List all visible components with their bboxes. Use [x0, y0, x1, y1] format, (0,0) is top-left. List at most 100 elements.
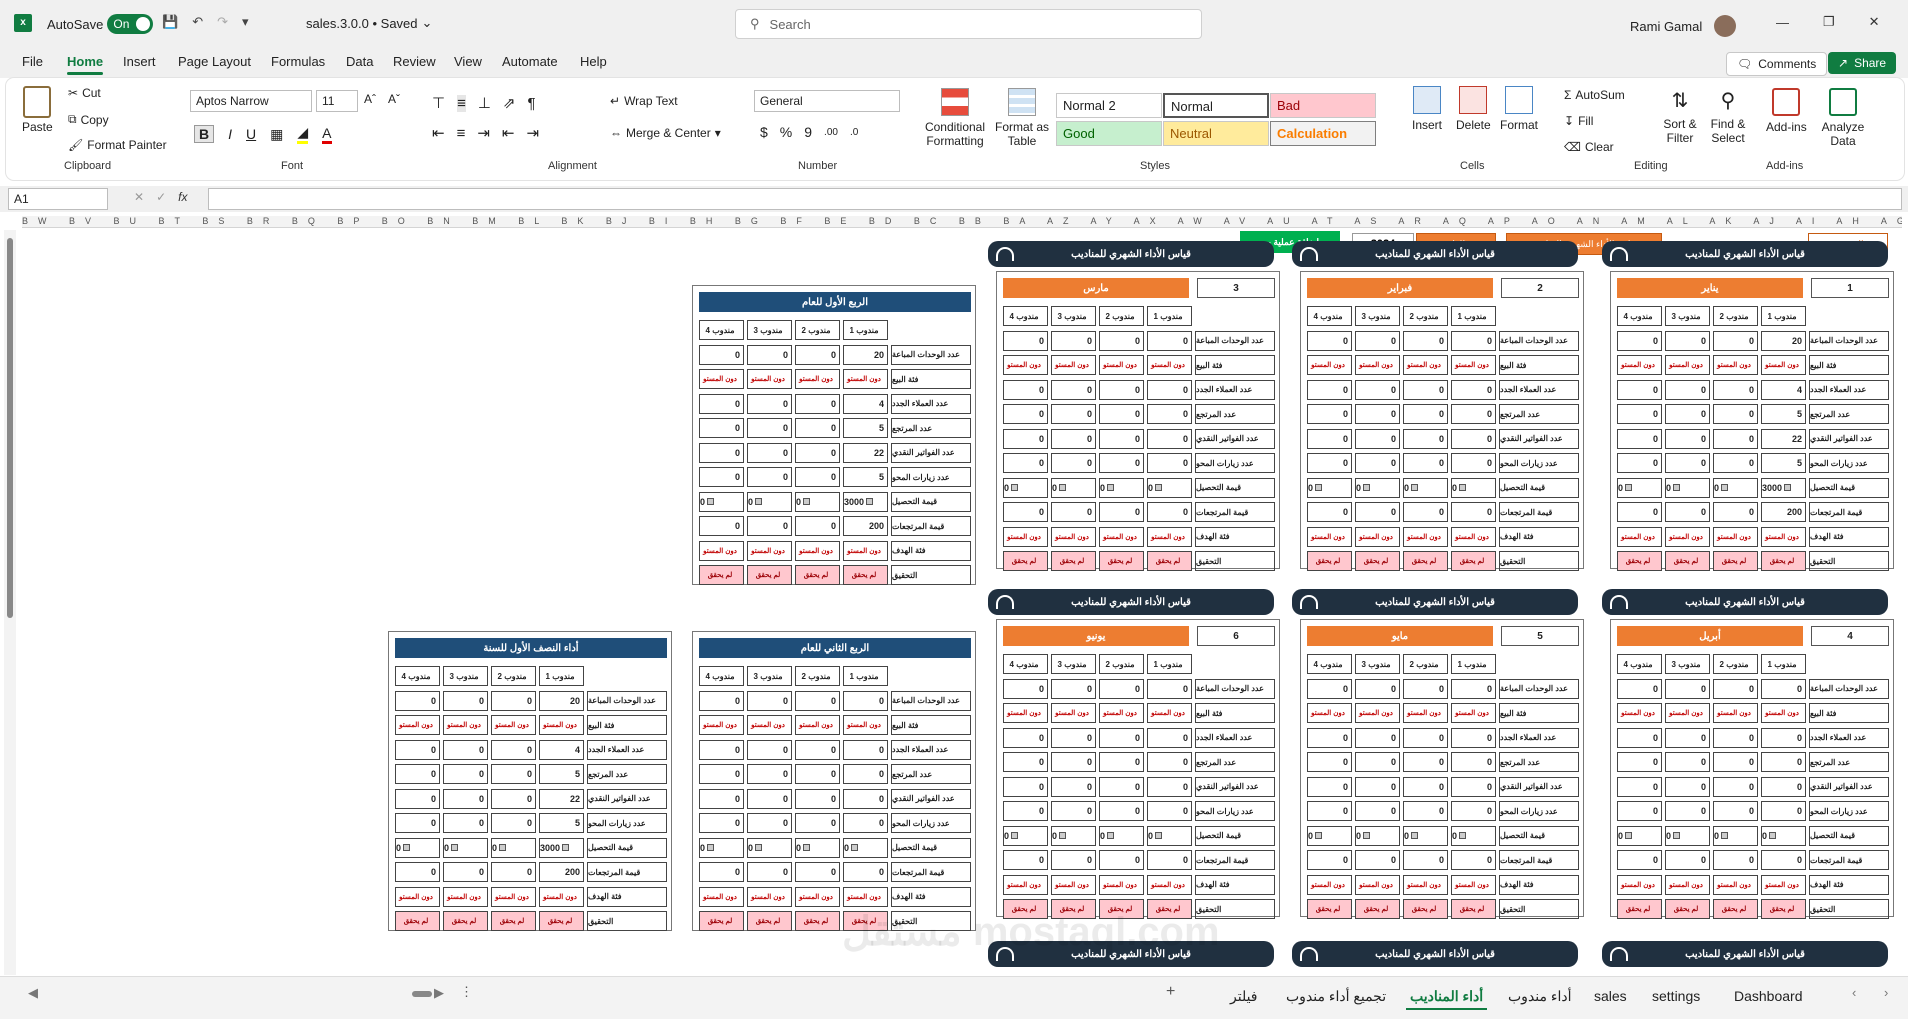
level-cell[interactable]: دون المستو [1147, 703, 1192, 724]
achievement-cell[interactable]: لم يحقق [747, 565, 792, 586]
prev-sheet-icon[interactable]: ‹ [1852, 985, 1856, 1000]
value-cell[interactable]: 5 [1761, 453, 1806, 474]
value-cell[interactable]: 0 [795, 442, 840, 463]
value-cell[interactable]: 0 [699, 764, 744, 785]
value-cell[interactable]: 0 [1665, 404, 1710, 425]
value-cell[interactable]: 0 [699, 467, 744, 488]
value-cell[interactable]: 0 [1147, 428, 1192, 449]
achievement-cell[interactable]: لم يحقق [1665, 551, 1710, 572]
value-cell[interactable]: 22 [843, 442, 888, 463]
value-cell[interactable]: 3000 [539, 837, 584, 858]
checkbox-icon[interactable] [1673, 484, 1681, 492]
value-cell[interactable]: 0 [1403, 404, 1448, 425]
level-cell[interactable]: دون المستو [1713, 703, 1758, 724]
value-cell[interactable]: 0 [1451, 453, 1496, 474]
format-cells-button[interactable]: Format [1500, 86, 1538, 132]
value-cell[interactable]: 0 [1713, 453, 1758, 474]
achievement-cell[interactable]: لم يحقق [795, 911, 840, 932]
level-cell[interactable]: دون المستو [1003, 874, 1048, 895]
value-cell[interactable]: 0 [1147, 850, 1192, 871]
align-bottom-icon[interactable]: ⊥ [478, 94, 491, 112]
value-cell[interactable]: 0 [443, 764, 488, 785]
value-cell[interactable]: 0 [1099, 727, 1144, 748]
value-cell[interactable]: 0 [1617, 752, 1662, 773]
value-cell[interactable]: 0 [747, 467, 792, 488]
checkbox-icon[interactable] [562, 844, 570, 852]
level-cell[interactable]: دون المستو [539, 886, 584, 907]
decrease-indent-icon[interactable]: ⇤ [502, 124, 515, 142]
achievement-cell[interactable]: لم يحقق [1451, 899, 1496, 920]
value-cell[interactable]: 0 [1665, 477, 1710, 498]
value-cell[interactable]: 0 [1617, 801, 1662, 822]
value-cell[interactable]: 0 [1355, 330, 1400, 351]
value-cell[interactable]: 0 [443, 690, 488, 711]
value-cell[interactable]: 0 [1451, 428, 1496, 449]
value-cell[interactable]: 0 [747, 837, 792, 858]
value-cell[interactable]: 0 [1099, 330, 1144, 351]
level-cell[interactable]: دون المستو [1761, 526, 1806, 547]
autosave-toggle[interactable]: On [107, 14, 154, 34]
redo-icon[interactable]: ↷ [217, 14, 228, 30]
value-cell[interactable]: 0 [1665, 850, 1710, 871]
value-cell[interactable]: 0 [1451, 825, 1496, 846]
close-icon[interactable]: ✕ [1869, 14, 1880, 30]
value-cell[interactable]: 0 [1403, 776, 1448, 797]
value-cell[interactable]: 0 [1713, 330, 1758, 351]
value-cell[interactable]: 0 [443, 739, 488, 760]
level-cell[interactable]: دون المستو [1665, 874, 1710, 895]
value-cell[interactable]: 0 [747, 788, 792, 809]
value-cell[interactable]: 0 [1099, 752, 1144, 773]
value-cell[interactable]: 0 [395, 813, 440, 834]
value-cell[interactable]: 0 [395, 788, 440, 809]
value-cell[interactable]: 0 [795, 516, 840, 537]
value-cell[interactable]: 4 [539, 739, 584, 760]
italic-button[interactable]: I [228, 126, 232, 142]
value-cell[interactable]: 0 [1051, 825, 1096, 846]
value-cell[interactable]: 0 [1147, 330, 1192, 351]
value-cell[interactable]: 200 [539, 862, 584, 883]
value-cell[interactable]: 0 [1713, 404, 1758, 425]
achievement-cell[interactable]: لم يحقق [1665, 899, 1710, 920]
value-cell[interactable]: 0 [443, 862, 488, 883]
achievement-cell[interactable]: لم يحقق [1355, 899, 1400, 920]
value-cell[interactable]: 0 [1307, 752, 1352, 773]
value-cell[interactable]: 0 [843, 862, 888, 883]
value-cell[interactable]: 0 [1713, 477, 1758, 498]
checkbox-icon[interactable] [1011, 484, 1019, 492]
clear-button[interactable]: ⌫ Clear [1564, 140, 1614, 154]
value-cell[interactable]: 0 [1147, 776, 1192, 797]
align-center-icon[interactable]: ≡ [457, 125, 466, 142]
format-painter-button[interactable]: 🖌 Format Painter [68, 138, 167, 152]
value-cell[interactable]: 0 [395, 837, 440, 858]
value-cell[interactable]: 0 [699, 344, 744, 365]
value-cell[interactable]: 5 [539, 764, 584, 785]
checkbox-icon[interactable] [1155, 484, 1163, 492]
value-cell[interactable]: 0 [1307, 678, 1352, 699]
value-cell[interactable]: 0 [1355, 727, 1400, 748]
checkbox-icon[interactable] [803, 498, 811, 506]
chevron-down-icon[interactable]: ⌄ [422, 15, 433, 31]
value-cell[interactable]: 0 [1355, 453, 1400, 474]
value-cell[interactable]: 0 [1099, 502, 1144, 523]
value-cell[interactable]: 0 [1051, 850, 1096, 871]
value-cell[interactable]: 0 [1451, 330, 1496, 351]
value-cell[interactable]: 0 [1451, 477, 1496, 498]
level-cell[interactable]: دون المستو [1665, 355, 1710, 376]
level-cell[interactable]: دون المستو [1051, 526, 1096, 547]
value-cell[interactable]: 0 [443, 788, 488, 809]
checkbox-icon[interactable] [1411, 484, 1419, 492]
save-icon[interactable]: 💾 [162, 14, 178, 30]
value-cell[interactable]: 0 [1051, 801, 1096, 822]
value-cell[interactable]: 20 [1761, 330, 1806, 351]
value-cell[interactable]: 0 [1355, 752, 1400, 773]
level-cell[interactable]: دون المستو [443, 886, 488, 907]
level-cell[interactable]: دون المستو [395, 886, 440, 907]
value-cell[interactable]: 0 [1051, 330, 1096, 351]
level-cell[interactable]: دون المستو [1355, 874, 1400, 895]
value-cell[interactable]: 0 [1003, 330, 1048, 351]
checkbox-icon[interactable] [1769, 832, 1777, 840]
month-number[interactable]: 2 [1501, 278, 1579, 298]
value-cell[interactable]: 0 [395, 739, 440, 760]
value-cell[interactable]: 0 [1403, 379, 1448, 400]
align-middle-icon[interactable]: ≡ [457, 94, 466, 112]
